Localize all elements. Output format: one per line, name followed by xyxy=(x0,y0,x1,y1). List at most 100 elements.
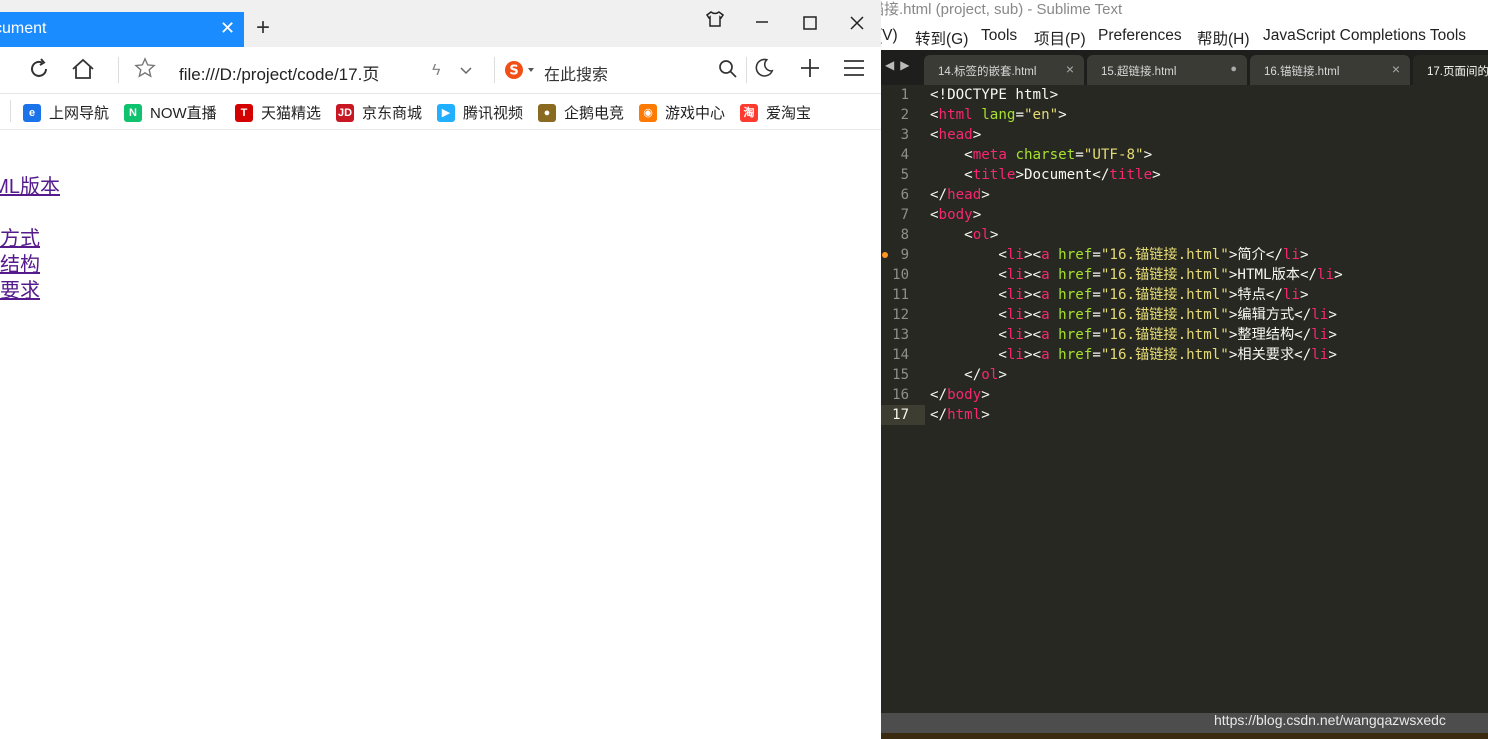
bookmark-label: 天猫精选 xyxy=(261,105,322,122)
bookmark-item[interactable]: ● 企鹅电竞 xyxy=(538,102,624,123)
editor-tab-active[interactable]: 17.页面间的 xyxy=(1413,55,1488,85)
page-link[interactable]: 关要求 xyxy=(0,278,60,304)
menu-item[interactable]: Preferences xyxy=(1098,27,1182,45)
bookmark-item[interactable]: ▶ 腾讯视频 xyxy=(437,102,523,123)
code-token: > xyxy=(1328,327,1337,343)
editor-tab-label: 17.页面间的 xyxy=(1427,66,1488,78)
bookmark-item[interactable]: 淘爱淘宝 xyxy=(740,102,811,123)
sogou-search-icon[interactable]: S xyxy=(504,59,538,86)
bookmark-item[interactable]: JD 京东商城 xyxy=(336,102,422,123)
tencent-video-icon: ▶ xyxy=(437,103,455,122)
editor-tab-strip: ◀▶ 14.标签的嵌套.html × 15.超链接.html ● 16.锚链接.… xyxy=(881,50,1488,85)
bookmark-item[interactable]: T 天猫精选 xyxy=(235,102,321,123)
page-link[interactable]: 介 xyxy=(0,148,60,174)
code-token: ol xyxy=(981,367,999,383)
code-token: li xyxy=(1282,247,1300,263)
close-icon[interactable]: × xyxy=(1066,61,1074,77)
code-token: href xyxy=(1058,347,1093,363)
code-line: 7 <body> xyxy=(881,205,1488,225)
code-line: 10 <li><a href="16.锚链接.html">HTML版本</li> xyxy=(881,265,1488,285)
address-bar[interactable]: file:///D:/project/code/17.页 xyxy=(179,60,414,85)
bookmarks-divider xyxy=(10,100,11,122)
page-link[interactable]: TML版本 xyxy=(0,174,60,200)
menu-item[interactable]: (V) xyxy=(881,27,898,45)
code-text: </html> xyxy=(930,405,990,425)
code-area[interactable]: 1 <!DOCTYPE html> 2 <html lang="en"> 3 <head>… xyxy=(881,85,1488,425)
bookmark-item[interactable]: e 上网导航 xyxy=(23,102,109,123)
line-number: 16 xyxy=(892,387,909,403)
code-line: 12 <li><a href="16.锚链接.html">编辑方式</li> xyxy=(881,305,1488,325)
code-text: <meta charset="UTF-8"> xyxy=(930,145,1152,165)
close-icon[interactable]: × xyxy=(1392,61,1400,77)
line-number: 11 xyxy=(892,287,909,303)
editor-tab[interactable]: 14.标签的嵌套.html × xyxy=(924,55,1084,85)
close-window-icon[interactable] xyxy=(850,14,864,35)
add-icon[interactable] xyxy=(799,57,821,84)
line-number: 8 xyxy=(900,227,909,243)
night-mode-moon-icon[interactable] xyxy=(753,57,775,84)
unsaved-dot-icon[interactable]: ● xyxy=(1230,63,1237,75)
line-number: 15 xyxy=(892,367,909,383)
menu-item[interactable]: Tools xyxy=(981,27,1017,45)
code-line: 14 <li><a href="16.锚链接.html">相关要求</li> xyxy=(881,345,1488,365)
taobao-icon: 淘 xyxy=(740,103,758,122)
skin-icon[interactable] xyxy=(705,10,725,33)
tab-scroll-arrows-icon[interactable]: ◀▶ xyxy=(885,58,915,72)
code-text: <head> xyxy=(930,125,981,145)
home-icon[interactable] xyxy=(71,57,95,86)
code-token: body xyxy=(938,207,973,223)
menu-icon[interactable] xyxy=(843,57,865,84)
code-text: <li><a href="16.锚链接.html">简介</li> xyxy=(930,245,1308,265)
browser-tab-active[interactable]: cument ✕ xyxy=(0,12,244,47)
favorite-star-icon[interactable] xyxy=(134,57,156,84)
menu-item[interactable]: JavaScript Completions Tools xyxy=(1263,27,1466,45)
code-token: head xyxy=(938,127,973,143)
code-token: href xyxy=(1058,287,1093,303)
code-token: > xyxy=(998,367,1007,383)
search-icon[interactable] xyxy=(718,59,738,84)
code-token: li xyxy=(1311,327,1329,343)
menu-item[interactable]: 项目(P) xyxy=(1034,27,1086,49)
menu-item[interactable]: 帮助(H) xyxy=(1197,27,1250,49)
tmall-icon: T xyxy=(235,103,253,122)
code-text: <li><a href="16.锚链接.html">特点</li> xyxy=(930,285,1308,305)
page-link[interactable]: 理结构 xyxy=(0,252,60,278)
code-token: li xyxy=(1006,307,1024,323)
bookmark-label: 游戏中心 xyxy=(665,105,726,122)
chevron-down-icon[interactable] xyxy=(459,59,473,83)
code-token: > xyxy=(1152,167,1161,183)
maximize-icon[interactable] xyxy=(803,14,817,35)
code-token: title xyxy=(972,167,1016,183)
browser-toolbar: file:///D:/project/code/17.页 ϟ S 在此搜索 xyxy=(0,47,881,94)
code-token: >< xyxy=(1023,287,1042,303)
code-token: a xyxy=(1041,247,1050,263)
line-number: 13 xyxy=(892,327,909,343)
code-token: = xyxy=(1092,247,1101,263)
search-input[interactable]: 在此搜索 xyxy=(544,61,608,85)
page-link[interactable]: 辑方式 xyxy=(0,226,60,252)
bookmark-item[interactable]: N NOW直播 xyxy=(124,102,217,123)
code-token: "16.锚链接.html" xyxy=(1100,247,1229,263)
modified-line-marker-icon xyxy=(882,252,888,258)
code-token: html xyxy=(938,107,973,123)
code-token: >Document</ xyxy=(1015,167,1110,183)
toolbar-divider xyxy=(494,57,495,83)
bookmark-label: 上网导航 xyxy=(49,105,110,122)
new-tab-icon[interactable]: + xyxy=(256,16,270,40)
editor-tab[interactable]: 16.锚链接.html × xyxy=(1250,55,1410,85)
lightning-icon[interactable]: ϟ xyxy=(432,59,440,83)
minimize-icon[interactable] xyxy=(755,12,769,33)
bookmark-item[interactable]: ◉ 游戏中心 xyxy=(639,102,725,123)
reload-icon[interactable] xyxy=(27,57,51,86)
page-link[interactable]: 点 xyxy=(0,200,60,226)
code-text: </head> xyxy=(930,185,990,205)
toolbar-divider xyxy=(118,57,119,83)
menu-item[interactable]: 转到(G) xyxy=(915,27,968,49)
toolbar-divider xyxy=(746,57,747,83)
editor-tab[interactable]: 15.超链接.html ● xyxy=(1087,55,1247,85)
code-token: a xyxy=(1041,327,1050,343)
close-tab-icon[interactable]: ✕ xyxy=(220,18,235,39)
